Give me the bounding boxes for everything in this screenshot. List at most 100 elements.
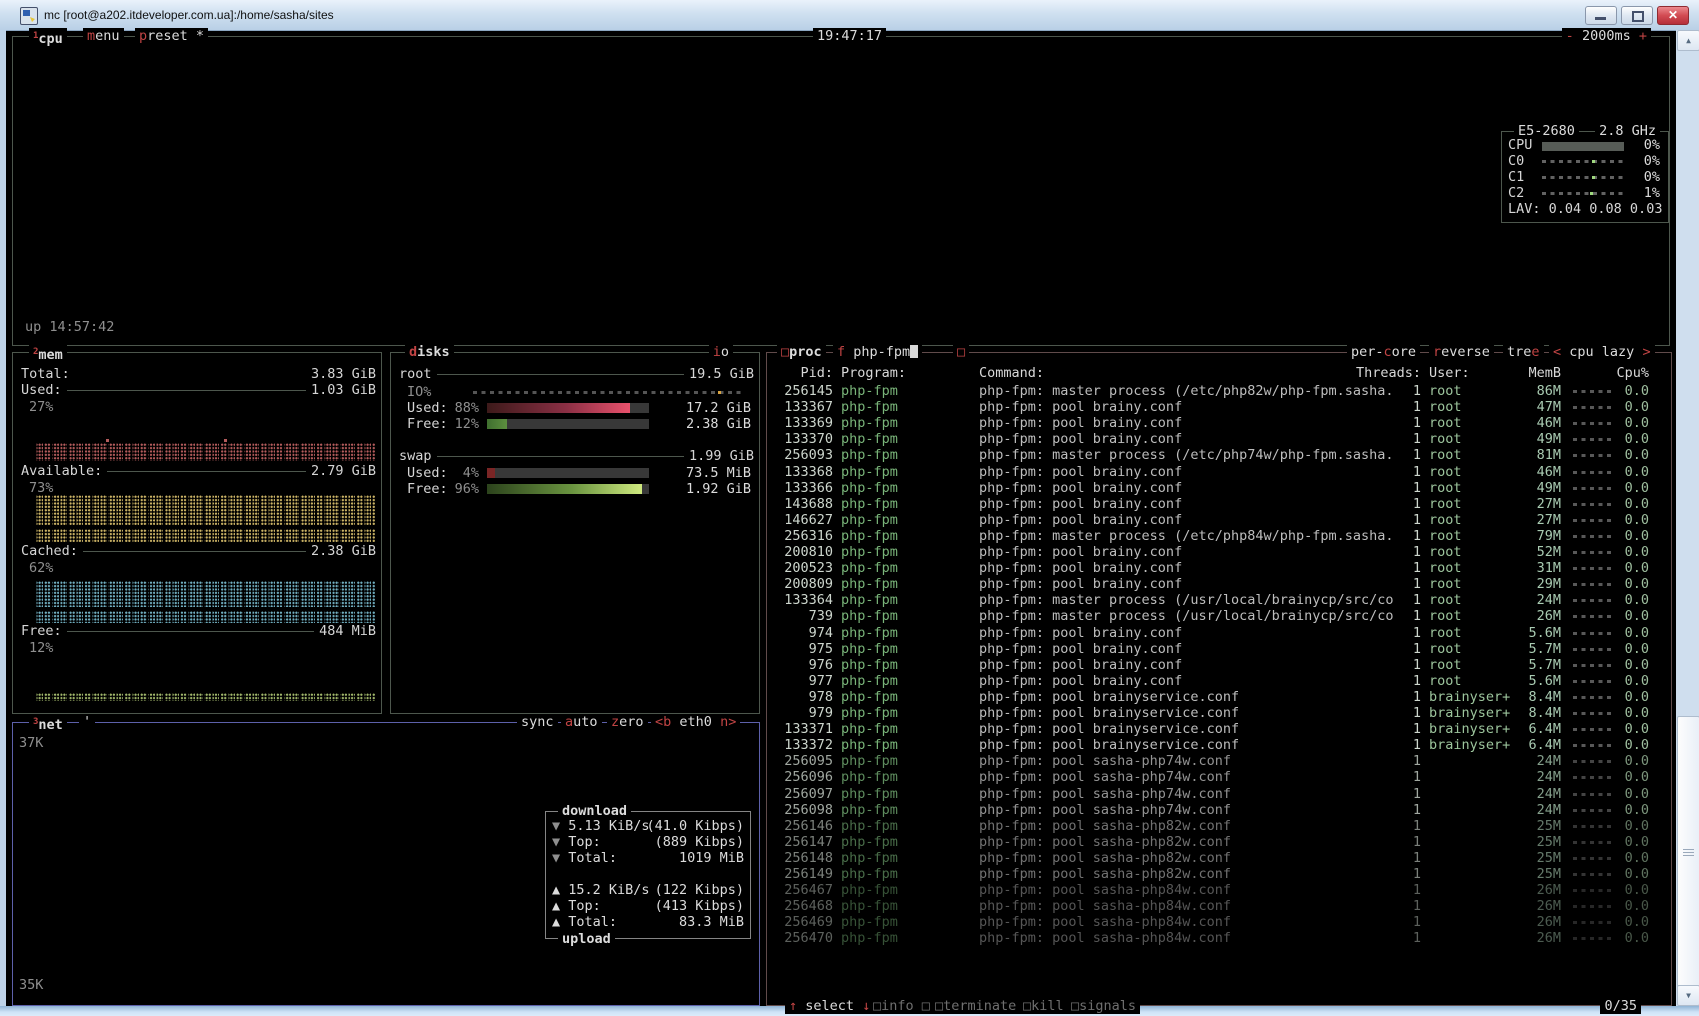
window-titlebar[interactable]: mc [root@a202.itdeveloper.com.ua]:/home/… — [0, 0, 1699, 31]
putty-icon — [20, 7, 38, 25]
proc-user: root — [1429, 383, 1462, 399]
process-row[interactable]: 256147php-fpmphp-fpm: pool sasha-php82w.… — [767, 834, 1671, 850]
proc-program: php-fpm — [841, 464, 898, 480]
process-row[interactable]: 739php-fpmphp-fpm: master process (/usr/… — [767, 608, 1671, 624]
proc-cpu-meter — [1573, 567, 1613, 570]
process-row[interactable]: 200523php-fpmphp-fpm: pool brainy.conf1r… — [767, 560, 1671, 576]
process-row[interactable]: 256467php-fpmphp-fpm: pool sasha-php84w.… — [767, 882, 1671, 898]
proc-program: php-fpm — [841, 625, 898, 641]
filter-clear-icon[interactable]: □ — [953, 344, 969, 360]
proc-threads: 1 — [1355, 657, 1421, 673]
process-row[interactable]: 256096php-fpmphp-fpm: pool sasha-php74w.… — [767, 769, 1671, 785]
process-row[interactable]: 974php-fpmphp-fpm: pool brainy.conf1root… — [767, 625, 1671, 641]
maximize-button[interactable] — [1621, 6, 1653, 25]
process-row[interactable]: 256470php-fpmphp-fpm: pool sasha-php84w.… — [767, 930, 1671, 946]
process-row[interactable]: 200810php-fpmphp-fpm: pool brainy.conf1r… — [767, 544, 1671, 560]
process-row[interactable]: 256149php-fpmphp-fpm: pool sasha-php82w.… — [767, 866, 1671, 882]
proc-program: php-fpm — [841, 560, 898, 576]
process-row[interactable]: 133368php-fpmphp-fpm: pool brainy.conf1r… — [767, 464, 1671, 480]
process-row[interactable]: 256316php-fpmphp-fpm: master process (/e… — [767, 528, 1671, 544]
load-average: LAV: 0.04 0.08 0.03 — [1508, 201, 1662, 217]
core2-meter — [1542, 192, 1624, 195]
reverse-toggle[interactable]: reverse — [1429, 344, 1494, 360]
info-button[interactable]: □info □ — [869, 998, 934, 1014]
process-row[interactable]: 979php-fpmphp-fpm: pool brainyservice.co… — [767, 705, 1671, 721]
process-row[interactable]: 133366php-fpmphp-fpm: pool brainy.conf1r… — [767, 480, 1671, 496]
process-row[interactable]: 133371php-fpmphp-fpm: pool brainyservice… — [767, 721, 1671, 737]
process-row[interactable]: 256145php-fpmphp-fpm: master process (/e… — [767, 383, 1671, 399]
proc-mem: 5.7M — [1491, 657, 1561, 673]
col-mem[interactable]: MemB — [1491, 365, 1561, 381]
process-row[interactable]: 256148php-fpmphp-fpm: pool sasha-php82w.… — [767, 850, 1671, 866]
process-row[interactable]: 143688php-fpmphp-fpm: pool brainy.conf1r… — [767, 496, 1671, 512]
disks-io-toggle[interactable]: io — [709, 344, 733, 360]
proc-program: php-fpm — [841, 818, 898, 834]
download-total-value: 1019 MiB — [642, 850, 744, 866]
disk-swap-free-pct: 96% — [447, 481, 479, 497]
text-cursor — [910, 345, 918, 358]
select-control[interactable]: ↑ select ↓ — [785, 998, 874, 1014]
process-row[interactable]: 133372php-fpmphp-fpm: pool brainyservice… — [767, 737, 1671, 753]
mem-box: 2mem Total:3.83 GiB Used:1.03 GiB 27% Av… — [12, 352, 382, 714]
process-row[interactable]: 978php-fpmphp-fpm: pool brainyservice.co… — [767, 689, 1671, 705]
window-scrollbar[interactable]: ▲ ▼ — [1676, 30, 1699, 1006]
process-row[interactable]: 133369php-fpmphp-fpm: pool brainy.conf1r… — [767, 415, 1671, 431]
proc-pid: 133370 — [771, 431, 833, 447]
minimize-button[interactable] — [1585, 6, 1617, 25]
proc-mem: 27M — [1491, 496, 1561, 512]
disk-swap-used-label: Used: — [407, 465, 448, 481]
window-title: mc [root@a202.itdeveloper.com.ua]:/home/… — [44, 7, 334, 23]
proc-cpu-meter — [1573, 648, 1613, 651]
proc-mem: 46M — [1491, 464, 1561, 480]
proc-program: php-fpm — [841, 399, 898, 415]
process-row[interactable]: 976php-fpmphp-fpm: pool brainy.conf1root… — [767, 657, 1671, 673]
col-program[interactable]: Program: — [841, 365, 906, 381]
proc-cpu: 0.0 — [1613, 544, 1649, 560]
proc-cpu-meter — [1573, 921, 1613, 924]
proc-pid: 739 — [771, 608, 833, 624]
signals-button[interactable]: □signals — [1067, 998, 1140, 1014]
process-row[interactable]: 256095php-fpmphp-fpm: pool sasha-php74w.… — [767, 753, 1671, 769]
process-row[interactable]: 256469php-fpmphp-fpm: pool sasha-php84w.… — [767, 914, 1671, 930]
sort-selector[interactable]: < cpu lazy > — [1549, 344, 1655, 360]
proc-box-title[interactable]: □proc — [777, 344, 826, 360]
proc-command: php-fpm: pool brainyservice.conf — [979, 689, 1239, 705]
kill-button[interactable]: □kill — [1019, 998, 1068, 1014]
process-row[interactable]: 200809php-fpmphp-fpm: pool brainy.conf1r… — [767, 576, 1671, 592]
col-threads[interactable]: Threads: — [1355, 365, 1421, 381]
minimize-icon — [1595, 17, 1606, 20]
scroll-down-button[interactable]: ▼ — [1677, 985, 1699, 1006]
process-row[interactable]: 146627php-fpmphp-fpm: pool brainy.conf1r… — [767, 512, 1671, 528]
process-row[interactable]: 256146php-fpmphp-fpm: pool sasha-php82w.… — [767, 818, 1671, 834]
close-button[interactable]: ✕ — [1657, 6, 1689, 25]
terminate-button[interactable]: □terminate — [931, 998, 1020, 1014]
scroll-up-button[interactable]: ▲ — [1677, 30, 1699, 51]
col-pid[interactable]: Pid: — [771, 365, 833, 381]
proc-user: root — [1429, 608, 1462, 624]
per-core-toggle[interactable]: per-core — [1347, 344, 1420, 360]
process-row[interactable]: 256468php-fpmphp-fpm: pool sasha-php84w.… — [767, 898, 1671, 914]
tree-toggle[interactable]: tree — [1503, 344, 1544, 360]
mem-used-pct: 27% — [29, 399, 53, 415]
col-user[interactable]: User: — [1429, 365, 1470, 381]
process-row[interactable]: 977php-fpmphp-fpm: pool brainy.conf1root… — [767, 673, 1671, 689]
process-filter-input[interactable]: f php-fpm — [833, 344, 922, 360]
process-row[interactable]: 133367php-fpmphp-fpm: pool brainy.conf1r… — [767, 399, 1671, 415]
process-row[interactable]: 975php-fpmphp-fpm: pool brainy.conf1root… — [767, 641, 1671, 657]
disks-box-title[interactable]: disks — [405, 344, 454, 360]
disk-root-used-bar — [487, 403, 649, 413]
col-cpu[interactable]: Cpu% — [1613, 365, 1649, 381]
scrollbar-thumb[interactable] — [1677, 716, 1699, 990]
process-row[interactable]: 256098php-fpmphp-fpm: pool sasha-php74w.… — [767, 802, 1671, 818]
process-row[interactable]: 256097php-fpmphp-fpm: pool sasha-php74w.… — [767, 786, 1671, 802]
process-row[interactable]: 133370php-fpmphp-fpm: pool brainy.conf1r… — [767, 431, 1671, 447]
proc-rows: 256145php-fpmphp-fpm: master process (/e… — [767, 383, 1671, 971]
mem-box-title[interactable]: 2mem — [29, 344, 67, 363]
proc-pid: 133369 — [771, 415, 833, 431]
proc-cpu: 0.0 — [1613, 480, 1649, 496]
process-row[interactable]: 256093php-fpmphp-fpm: master process (/e… — [767, 447, 1671, 463]
col-command[interactable]: Command: — [979, 365, 1044, 381]
process-row[interactable]: 133364php-fpmphp-fpm: master process (/u… — [767, 592, 1671, 608]
mem-used-graph-dot — [106, 439, 109, 442]
disk-swap-row: swap1.99 GiB — [399, 448, 754, 464]
